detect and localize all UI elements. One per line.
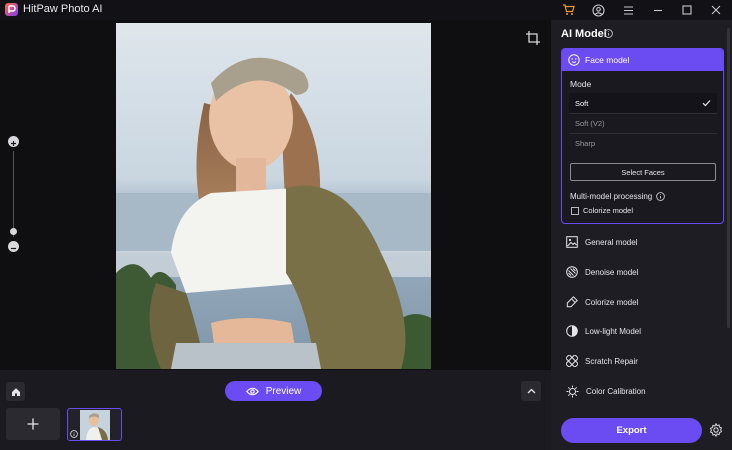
- thumbnail-image: [80, 410, 110, 440]
- denoise-model-icon: [566, 266, 578, 278]
- model-label: Color Calibration: [586, 386, 646, 396]
- select-faces-button[interactable]: Select Faces: [570, 163, 716, 181]
- gear-icon[interactable]: [709, 423, 723, 437]
- mode-option-soft[interactable]: Soft: [569, 93, 717, 113]
- crop-icon[interactable]: [526, 31, 540, 45]
- home-button[interactable]: [6, 382, 25, 401]
- ai-model-panel: AI Model Face model Mode Soft Soft (V2): [551, 20, 732, 450]
- menu-icon[interactable]: [619, 1, 637, 19]
- cart-icon[interactable]: [559, 1, 577, 19]
- mode-option-label: Soft (V2): [575, 118, 605, 128]
- model-scratch-repair[interactable]: Scratch Repair: [566, 352, 716, 370]
- mode-option-soft-v2[interactable]: Soft (V2): [569, 113, 717, 133]
- app-title: HitPaw Photo AI: [23, 3, 103, 15]
- title-bar: HitPaw Photo AI: [0, 0, 732, 20]
- model-label: Colorize model: [585, 297, 639, 307]
- mode-option-label: Sharp: [575, 138, 596, 148]
- model-color-calibration[interactable]: Color Calibration: [566, 382, 716, 400]
- preview-button-label: Preview: [265, 385, 302, 397]
- face-model-label: Face model: [585, 55, 630, 65]
- export-button[interactable]: Export: [561, 418, 702, 443]
- face-model-card[interactable]: Face model Mode Soft Soft (V2) Sharp Sel…: [561, 48, 724, 224]
- maximize-icon[interactable]: [678, 1, 696, 19]
- general-model-icon: [566, 236, 578, 248]
- bottom-bar: Preview: [0, 370, 551, 450]
- zoom-in-icon[interactable]: [8, 136, 19, 147]
- color-calibration-icon: [566, 385, 579, 397]
- app-window: HitPaw Photo AI Preview AI Model Face mo…: [0, 0, 732, 450]
- info-icon[interactable]: [656, 192, 666, 201]
- low-light-model-icon: [566, 325, 578, 337]
- plus-icon: [27, 418, 39, 430]
- add-image-button[interactable]: [6, 408, 60, 440]
- model-label: Scratch Repair: [585, 356, 638, 366]
- model-low-light[interactable]: Low-light Model: [566, 322, 716, 340]
- multi-model-label: Multi-model processing: [570, 192, 666, 201]
- model-label: Low-light Model: [585, 326, 642, 336]
- info-icon: [70, 430, 78, 438]
- colorize-model-checkbox-label: Colorize model: [583, 206, 634, 215]
- colorize-model-checkbox-row[interactable]: Colorize model: [571, 206, 633, 215]
- mode-label: Mode: [570, 79, 592, 89]
- panel-title: AI Model: [561, 28, 607, 40]
- colorize-model-checkbox[interactable]: [571, 206, 579, 215]
- eye-icon: [245, 387, 259, 395]
- user-icon[interactable]: [589, 1, 607, 19]
- model-general[interactable]: General model: [566, 233, 716, 251]
- face-icon: [568, 54, 580, 66]
- collapse-button[interactable]: [521, 381, 541, 401]
- multi-model-text: Multi-model processing: [570, 192, 653, 201]
- model-label: General model: [585, 237, 638, 247]
- model-label: Denoise model: [585, 267, 639, 277]
- mode-option-label: Soft: [575, 98, 589, 108]
- zoom-out-icon[interactable]: [8, 241, 19, 252]
- info-icon[interactable]: [604, 29, 613, 38]
- close-icon[interactable]: [707, 1, 725, 19]
- face-model-header[interactable]: Face model: [562, 49, 723, 71]
- zoom-slider[interactable]: [13, 151, 14, 237]
- mode-option-sharp[interactable]: Sharp: [569, 133, 717, 153]
- chevron-up-icon: [527, 388, 535, 394]
- mode-list: Soft Soft (V2) Sharp: [569, 93, 717, 153]
- app-logo-icon: [5, 3, 18, 16]
- colorize-model-icon: [566, 296, 578, 308]
- model-denoise[interactable]: Denoise model: [566, 263, 716, 281]
- model-colorize[interactable]: Colorize model: [566, 293, 716, 311]
- photo-preview[interactable]: [116, 23, 431, 369]
- image-canvas[interactable]: [0, 20, 551, 370]
- zoom-slider-thumb[interactable]: [10, 228, 17, 235]
- image-thumbnail[interactable]: [67, 408, 122, 441]
- scratch-repair-icon: [566, 355, 578, 367]
- preview-button[interactable]: Preview: [225, 381, 322, 401]
- check-icon: [702, 100, 711, 107]
- home-icon: [11, 387, 20, 396]
- panel-scrollbar[interactable]: [727, 28, 730, 328]
- minimize-icon[interactable]: [649, 1, 667, 19]
